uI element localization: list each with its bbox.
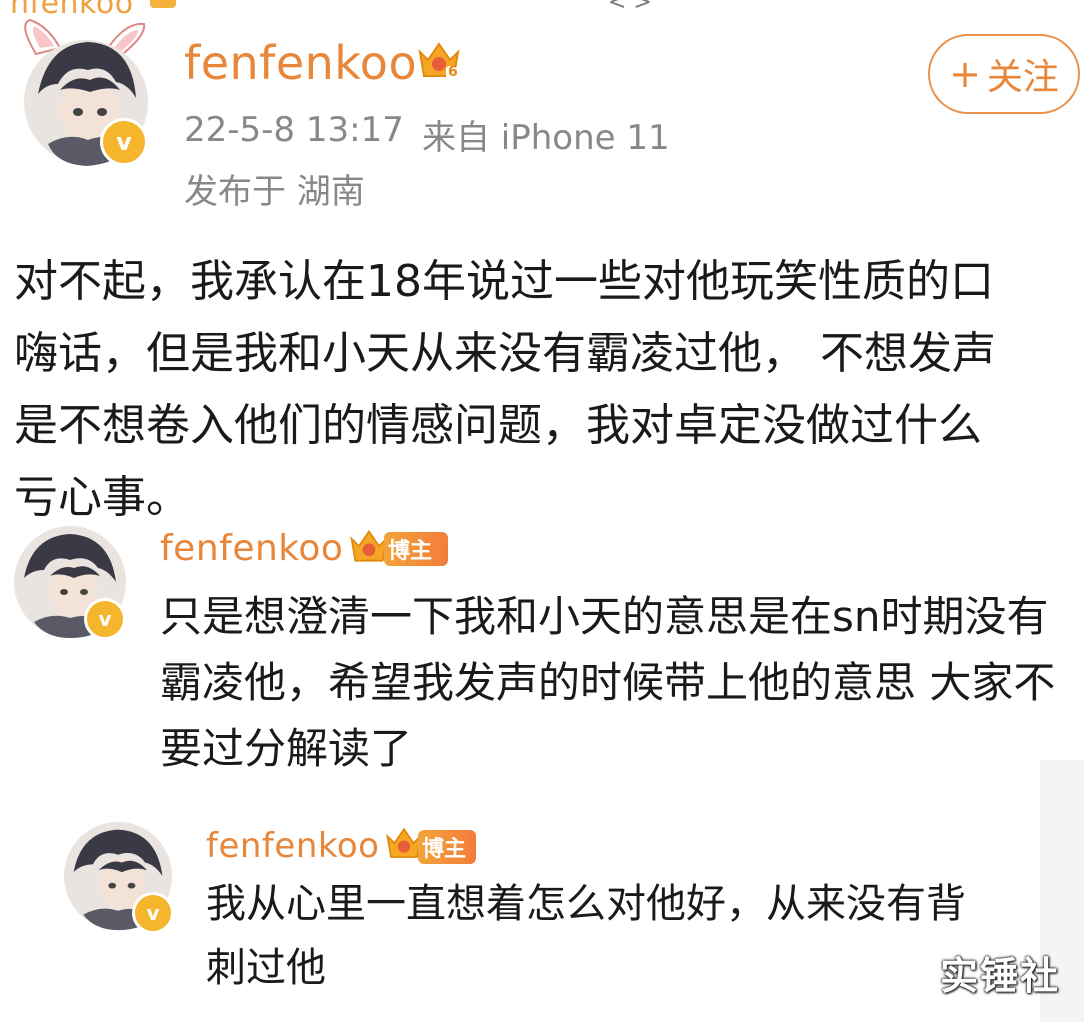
post-author-name[interactable]: fenfenkoo — [184, 36, 417, 90]
follow-button[interactable]: + 关注 — [928, 34, 1080, 114]
level-number: 6 — [448, 64, 458, 80]
blogger-tag: 博主 — [418, 830, 476, 864]
post-timestamp: 22-5-8 13:17 — [184, 110, 404, 150]
reply-author-name[interactable]: fenfenkoo — [160, 528, 343, 569]
clipped-badge — [150, 0, 176, 8]
post-location: 发布于 湖南 — [184, 172, 365, 212]
watermark-text: 实锤社 — [940, 954, 1061, 998]
reply-body: 我从心里一直想着怎么对他好，从来没有背 刺过他 — [206, 881, 966, 991]
verified-icon: v — [132, 892, 174, 934]
crown-icon: 6 — [416, 38, 462, 84]
blogger-tag: 博主 — [384, 532, 448, 566]
verified-icon: v — [84, 598, 126, 640]
post-body: 对不起，我承认在18年说过一些对他玩笑性质的口 嗨话，但是我和小天从来没有霸凌过… — [14, 256, 996, 523]
top-nav-glyph: < > — [608, 0, 652, 15]
follow-label: 关注 — [986, 57, 1059, 98]
verified-icon: v — [100, 118, 148, 166]
reply-author-name[interactable]: fenfenkoo — [206, 826, 379, 866]
reply-body: 只是想澄清一下我和小天的意思是在sn时期没有 霸凌他，希望我发声的时候带上他的意… — [160, 592, 1056, 773]
post-source[interactable]: 来自 iPhone 11 — [422, 110, 670, 159]
plus-icon: + — [949, 52, 981, 96]
